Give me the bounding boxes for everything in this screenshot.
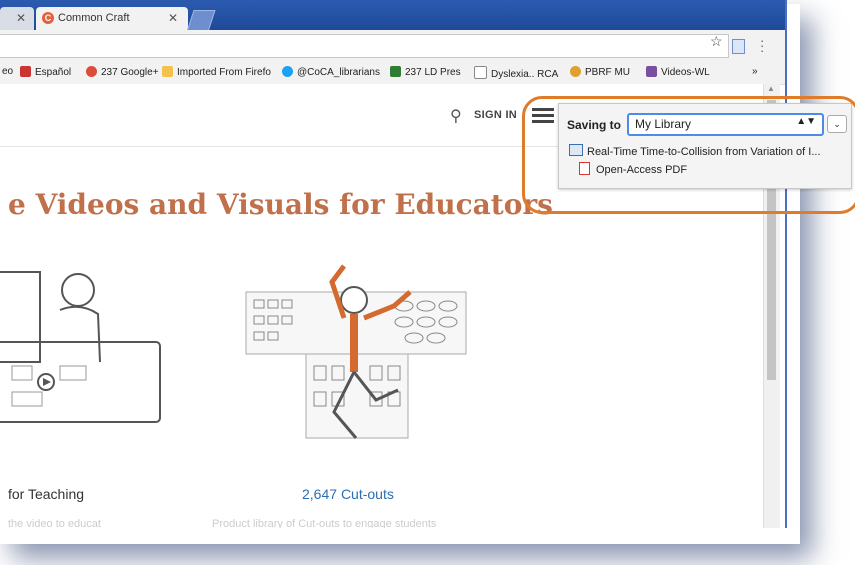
cutouts-illustration (245, 264, 467, 439)
common-craft-favicon-icon: C (42, 12, 54, 24)
bookmark-item[interactable]: Español (20, 66, 71, 78)
bookmarks-bar: eo Español 237 Google+ Imported From Fir… (0, 60, 785, 85)
toolbar: ☆ · · · (0, 30, 785, 60)
twitter-icon (282, 66, 293, 77)
highlight-circle (522, 96, 855, 214)
caption-cutouts[interactable]: 2,647 Cut-outs (302, 486, 394, 502)
cutouts-label: Cut-outs (340, 486, 394, 502)
faint-text-right: Product library of Cut-outs to engage st… (212, 518, 437, 528)
browser-window: ✕ C Common Craft ✕ ☆ · · · eo Español 237 … (0, 0, 787, 528)
google-plus-icon (86, 66, 97, 77)
search-icon[interactable]: ⚲ (450, 106, 462, 126)
bookmark-item[interactable]: 237 Google+ (86, 66, 159, 78)
tab-previous[interactable]: ✕ (0, 7, 34, 30)
shield-icon (646, 66, 657, 77)
slides-icon (390, 66, 401, 77)
caption-teaching: for Teaching (8, 486, 85, 502)
page-headline: e Videos and Visuals for Educators (8, 188, 553, 221)
bookmark-item[interactable]: eo (2, 66, 13, 77)
menu-dots-icon[interactable]: · · · (760, 34, 766, 57)
close-icon[interactable]: ✕ (168, 11, 178, 25)
bookmark-item[interactable]: 237 LD Pres (390, 66, 461, 78)
scroll-up-arrow-icon[interactable]: ▲ (767, 84, 775, 93)
bookmark-item[interactable]: @CoCA_librarians (282, 66, 380, 78)
new-tab-button[interactable] (186, 10, 216, 32)
zotero-connector-icon[interactable] (732, 39, 745, 54)
sign-in-link[interactable]: SIGN IN (474, 109, 517, 121)
bookmark-item[interactable]: PBRF MU (570, 66, 630, 78)
page-icon (474, 66, 487, 79)
bookmark-item[interactable]: Dyslexia.. RCA (474, 66, 558, 80)
bookmark-item[interactable]: Imported From Firefo (162, 66, 271, 78)
bookmark-item[interactable]: Videos-WL (646, 66, 710, 78)
faint-text-left: the video to educat (8, 518, 101, 528)
close-icon[interactable]: ✕ (16, 11, 26, 25)
bookmark-star-icon[interactable]: ☆ (710, 33, 723, 50)
address-bar[interactable] (0, 34, 729, 58)
tab-title: Common Craft (58, 12, 130, 24)
wordreference-icon (20, 66, 31, 77)
pbrf-icon (570, 66, 581, 77)
video-illustration (0, 271, 161, 423)
folder-icon (162, 66, 173, 77)
tab-bar: ✕ C Common Craft ✕ (0, 0, 785, 32)
bookmarks-overflow[interactable]: » (752, 66, 758, 77)
tab-common-craft[interactable]: C Common Craft ✕ (36, 7, 188, 30)
cutouts-count: 2,647 (302, 486, 338, 502)
